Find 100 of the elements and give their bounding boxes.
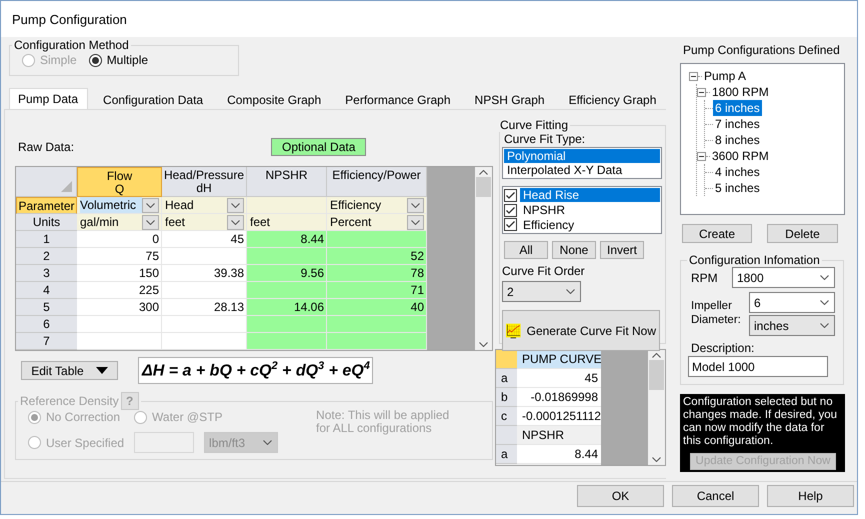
cell-text: Efficiency xyxy=(330,197,382,213)
table-cell: 150 xyxy=(77,265,162,282)
legend-badge: Optional Data xyxy=(271,138,366,156)
message-text: Configuration selected but no changes made. If desired, you can now modify the data for this configuration. xyxy=(683,396,838,448)
table-cell: 52 xyxy=(327,248,427,265)
tree-item[interactable]: Pump A xyxy=(702,68,748,84)
order-dropdown[interactable]: 2 xyxy=(502,281,581,302)
tab[interactable]: NPSH Graph xyxy=(466,90,554,109)
list-action-button[interactable]: Invert xyxy=(600,241,644,259)
cell-text: Percent xyxy=(330,214,372,230)
table-cell: 75 xyxy=(77,248,162,265)
cell-text: feet xyxy=(250,214,272,230)
unit-dropdown[interactable]: inches xyxy=(749,315,835,336)
window-title: Pump Configuration xyxy=(12,12,127,26)
field-label: Description: xyxy=(691,341,756,355)
list-action-button[interactable]: None xyxy=(552,241,596,259)
formula: ΔH = a + bQ + cQ$^{2}$ + dQ$^{3}$ + eQ$^{4}$ xyxy=(138,357,373,384)
scroll-down-icon[interactable] xyxy=(652,457,661,462)
collapse-icon[interactable] xyxy=(697,152,706,160)
scrollbar[interactable] xyxy=(475,167,492,350)
row-header: 5 xyxy=(16,299,77,316)
list-item[interactable]: Efficiency xyxy=(520,218,660,232)
tree-item[interactable]: 1800 RPM xyxy=(710,84,771,100)
table-cell: 71 xyxy=(327,282,427,299)
tree-item[interactable]: 4 inches xyxy=(713,164,762,180)
dialog-button[interactable]: Help xyxy=(767,485,854,507)
list-item[interactable]: Head Rise xyxy=(520,188,660,202)
scroll-down-icon[interactable] xyxy=(479,342,488,347)
rpm-dropdown[interactable]: 1800 xyxy=(732,267,835,288)
section-label: Pump Configurations Defined xyxy=(683,43,841,57)
row-header: 3 xyxy=(16,265,77,282)
group-label: Configuration Infomation xyxy=(688,253,821,267)
row-header: a xyxy=(496,445,517,464)
dropdown-button[interactable] xyxy=(227,198,244,212)
list-box[interactable]: Polynomial Interpolated X-Y Data xyxy=(502,147,662,179)
dropdown-button[interactable] xyxy=(407,198,424,212)
radio-button[interactable]: Multiple xyxy=(88,53,148,67)
table-cell: -0.0001251112 xyxy=(517,407,601,426)
dropdown-button[interactable] xyxy=(407,214,424,230)
dialog-button[interactable]: Cancel xyxy=(672,485,759,507)
column-header[interactable]: NPSHR xyxy=(247,167,327,197)
dropdown-button[interactable] xyxy=(227,214,244,230)
column-header[interactable]: Head/Pressure dH xyxy=(162,167,247,197)
dialog-button[interactable]: OK xyxy=(577,485,664,507)
create-button[interactable]: Create xyxy=(682,224,752,243)
tab[interactable]: Configuration Data xyxy=(95,90,212,109)
impeller-dropdown[interactable]: 6 xyxy=(749,292,835,313)
row-header: 1 xyxy=(16,231,77,248)
group-label: Curve Fitting xyxy=(499,118,570,132)
scroll-up-icon[interactable] xyxy=(652,353,661,358)
description-field[interactable]: Model 1000 xyxy=(688,356,828,377)
list-item[interactable]: Polynomial xyxy=(504,149,660,163)
dropdown-button[interactable] xyxy=(142,214,159,230)
table-cell: 8.44 xyxy=(517,445,601,464)
scrollbar[interactable] xyxy=(648,350,665,465)
row-header: a xyxy=(496,369,517,388)
table-cell: 8.44 xyxy=(247,231,327,248)
group-label: Reference Density xyxy=(20,394,119,408)
edit-table-button[interactable]: Edit Table xyxy=(21,361,118,380)
table-cell: 225 xyxy=(77,282,162,299)
cell-text: feet xyxy=(165,214,186,230)
caret-icon xyxy=(411,220,420,224)
tab[interactable]: Pump Data xyxy=(9,88,88,109)
list-item[interactable]: Interpolated X-Y Data xyxy=(504,163,660,177)
table-cell: 40 xyxy=(327,299,427,316)
tree-item[interactable]: 6 inches xyxy=(713,100,762,116)
tree-item[interactable]: 8 inches xyxy=(713,132,762,148)
checkbox[interactable] xyxy=(504,188,517,202)
list-item[interactable]: NPSHR xyxy=(520,203,660,217)
group-header: PUMP CURVE xyxy=(517,350,601,369)
generate-curve-fit-button[interactable]: Generate Curve Fit Now xyxy=(502,310,660,351)
column-header[interactable]: Flow Q xyxy=(77,167,162,197)
note-text: Note: This will be applied for ALL configurations xyxy=(316,409,450,435)
tree-item[interactable]: 5 inches xyxy=(713,180,762,196)
tree-item[interactable]: 7 inches xyxy=(713,116,762,132)
checkbox[interactable] xyxy=(504,218,517,232)
collapse-icon[interactable] xyxy=(689,72,698,80)
collapse-icon[interactable] xyxy=(697,88,706,96)
checkbox[interactable] xyxy=(504,204,517,216)
dropdown-arrow-icon xyxy=(96,367,108,374)
tab[interactable]: Composite Graph xyxy=(219,90,330,109)
dropdown-button[interactable] xyxy=(142,198,159,212)
column-header[interactable]: Efficiency/Power xyxy=(327,167,427,197)
table-cell: 78 xyxy=(327,265,427,282)
row-header: 6 xyxy=(16,316,77,333)
scroll-up-icon[interactable] xyxy=(479,170,488,175)
caret-icon xyxy=(820,275,829,280)
table-cell: 0 xyxy=(77,231,162,248)
check-list[interactable]: Head Rise NPSHR Efficiency xyxy=(502,186,662,234)
list-action-button[interactable]: All xyxy=(504,241,548,259)
tree-item[interactable]: 3600 RPM xyxy=(710,148,771,164)
scroll-thumb[interactable] xyxy=(649,360,664,390)
row-header: Units xyxy=(16,214,77,231)
tab[interactable]: Efficiency Graph xyxy=(560,90,666,109)
table-cell: -0.01869998 xyxy=(517,388,601,407)
cell-text: Head xyxy=(165,197,195,213)
tab[interactable]: Performance Graph xyxy=(337,90,460,109)
scroll-thumb[interactable] xyxy=(476,177,491,197)
section-label: Raw Data: xyxy=(17,140,76,154)
delete-button[interactable]: Delete xyxy=(767,224,838,243)
